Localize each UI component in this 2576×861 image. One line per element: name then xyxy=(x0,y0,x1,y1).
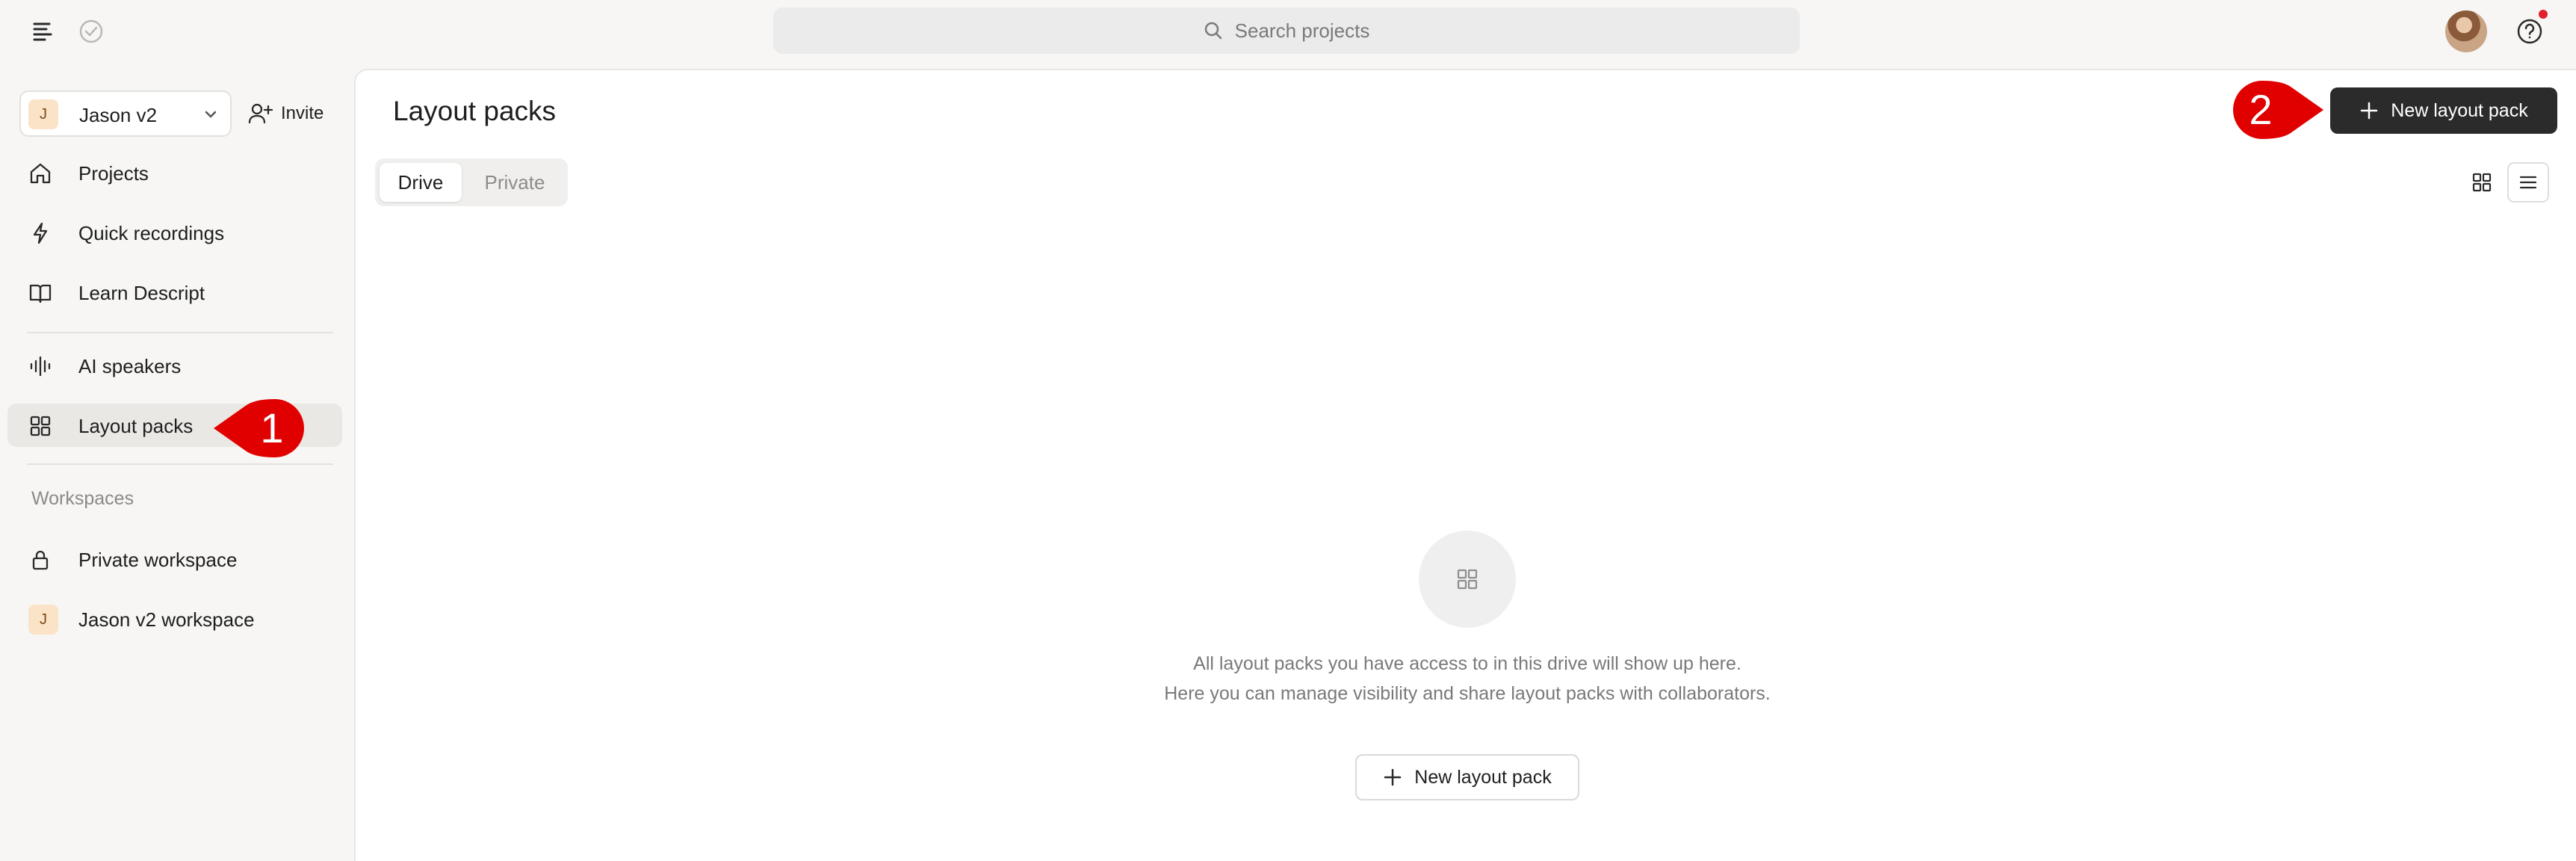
sidebar-divider xyxy=(27,463,333,465)
notification-dot xyxy=(2539,10,2548,19)
tab-private[interactable]: Private xyxy=(466,163,563,202)
callout-marker-1: 1 xyxy=(211,396,309,460)
sidebar-item-label: Quick recordings xyxy=(78,222,225,244)
empty-state-button-label: New layout pack xyxy=(1414,766,1552,788)
waveform-icon xyxy=(28,354,52,378)
sidebar-item-label: Jason v2 workspace xyxy=(78,608,255,631)
chevron-down-icon xyxy=(202,105,220,123)
sidebar-item-projects[interactable]: Projects xyxy=(7,151,342,194)
callout-number: 1 xyxy=(260,404,283,451)
sidebar-divider xyxy=(27,332,333,333)
grid-icon xyxy=(28,414,52,438)
grid-view-button[interactable] xyxy=(2461,162,2503,203)
drive-private-toggle: Drive Private xyxy=(375,158,568,206)
sidebar-item-label: Projects xyxy=(78,162,149,185)
avatar[interactable] xyxy=(2445,10,2487,52)
sidebar-item-jason-v2-workspace[interactable]: J Jason v2 workspace xyxy=(7,597,342,641)
home-icon xyxy=(28,161,52,185)
tab-drive[interactable]: Drive xyxy=(380,163,462,202)
callout-number: 2 xyxy=(2249,86,2272,133)
main-panel: Layout packs New layout pack Drive Priva… xyxy=(354,69,2576,861)
invite-label: Invite xyxy=(281,103,324,123)
sidebar-item-label: AI speakers xyxy=(78,355,182,377)
workspace-badge: J xyxy=(28,99,58,129)
empty-state-line-2: Here you can manage visibility and share… xyxy=(1164,683,1771,704)
sidebar-item-private-workspace[interactable]: Private workspace xyxy=(7,537,342,581)
workspaces-heading: Workspaces xyxy=(31,488,134,509)
top-bar: Search projects xyxy=(0,0,2576,63)
new-layout-pack-button[interactable]: New layout pack xyxy=(2330,87,2557,134)
sidebar-item-quick-recordings[interactable]: Quick recordings xyxy=(7,211,342,254)
workspace-selector[interactable]: J Jason v2 xyxy=(19,90,232,137)
empty-state-new-layout-pack-button[interactable]: New layout pack xyxy=(1355,754,1579,800)
view-toggle xyxy=(2458,159,2555,206)
list-view-button[interactable] xyxy=(2507,162,2549,203)
add-user-icon xyxy=(248,102,273,125)
page-title: Layout packs xyxy=(393,96,557,126)
search-input[interactable]: Search projects xyxy=(773,7,1800,54)
book-icon xyxy=(28,281,52,305)
list-view-icon xyxy=(2518,172,2539,193)
plus-icon xyxy=(2359,101,2379,120)
grid-icon xyxy=(1455,567,1480,592)
lightning-icon xyxy=(28,221,52,245)
lock-icon xyxy=(28,548,52,572)
help-icon[interactable] xyxy=(2515,16,2545,46)
sidebar-item-label: Layout packs xyxy=(78,415,193,437)
sidebar-item-learn-descript[interactable]: Learn Descript xyxy=(7,271,342,314)
search-placeholder: Search projects xyxy=(1234,19,1370,42)
workspace-name: Jason v2 xyxy=(79,104,158,126)
grid-view-icon xyxy=(2471,172,2492,193)
menu-list-icon[interactable] xyxy=(30,19,55,44)
empty-state-illustration xyxy=(1419,531,1516,628)
workspace-badge: J xyxy=(28,605,58,635)
search-icon xyxy=(1204,21,1223,40)
plus-icon xyxy=(1383,768,1402,787)
check-circle-icon[interactable] xyxy=(77,17,105,46)
sidebar-item-label: Private workspace xyxy=(78,549,238,571)
empty-state-message: All layout packs you have access to in t… xyxy=(1019,649,1916,709)
callout-marker-2: 2 xyxy=(2223,78,2326,142)
invite-button[interactable]: Invite xyxy=(248,96,323,132)
sidebar-item-ai-speakers[interactable]: AI speakers xyxy=(7,344,342,387)
empty-state-line-1: All layout packs you have access to in t… xyxy=(1193,653,1741,674)
sidebar-item-label: Learn Descript xyxy=(78,282,205,304)
new-layout-pack-label: New layout pack xyxy=(2391,99,2528,121)
